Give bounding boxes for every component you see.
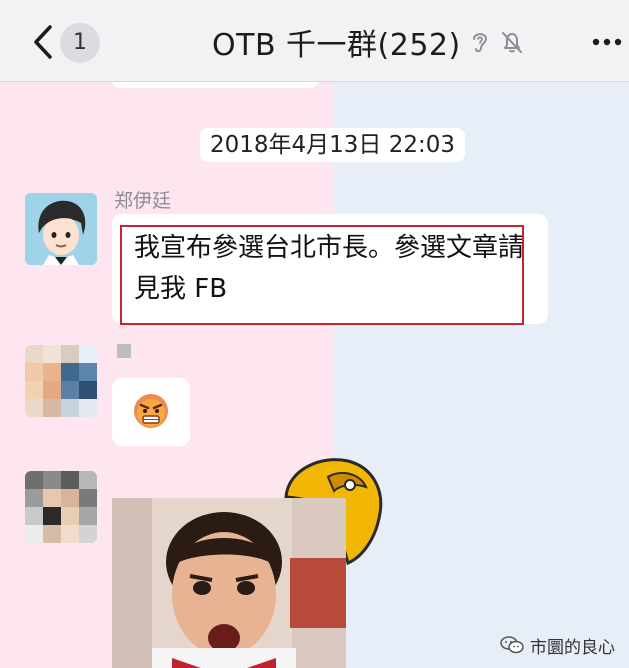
highlight-annotation-box bbox=[120, 225, 524, 325]
boy-shouting-photo bbox=[112, 498, 346, 668]
watermark: 市圜的良心 bbox=[500, 632, 615, 658]
message-bubble[interactable] bbox=[112, 378, 190, 446]
chat-message-list[interactable]: 2018年4月13日 22:03 郑伊廷 我宣布參選台北市長。參選文章請見我 F… bbox=[0, 82, 629, 668]
more-icon[interactable] bbox=[590, 30, 629, 54]
ear-icon bbox=[472, 33, 487, 53]
avatar-cartoon-image bbox=[25, 193, 97, 265]
bell-mute-icon bbox=[501, 32, 522, 53]
avatar[interactable] bbox=[25, 193, 97, 265]
pixelated-avatar-image bbox=[25, 345, 97, 417]
angry-face-emoji-icon bbox=[134, 394, 168, 428]
watermark-text: 市圜的良心 bbox=[530, 637, 615, 658]
avatar-pixelated[interactable] bbox=[25, 345, 97, 417]
unread-count-badge[interactable]: 1 bbox=[60, 23, 100, 63]
chat-title-area[interactable]: OTB 千一群(252) bbox=[212, 22, 525, 63]
timestamp-pill: 2018年4月13日 22:03 bbox=[200, 128, 466, 162]
pixelated-avatar-image bbox=[25, 471, 97, 543]
chat-title: OTB 千一群(252) bbox=[212, 28, 461, 63]
sender-name-redacted bbox=[117, 344, 131, 358]
chevron-left-icon[interactable] bbox=[28, 24, 58, 60]
previous-message-bubble bbox=[112, 82, 318, 88]
sender-name: 郑伊廷 bbox=[114, 190, 172, 212]
chat-header: 1 OTB 千一群(252) bbox=[0, 0, 629, 82]
shared-photo[interactable] bbox=[112, 498, 346, 668]
wechat-icon bbox=[500, 636, 524, 654]
avatar-pixelated[interactable] bbox=[25, 471, 97, 543]
